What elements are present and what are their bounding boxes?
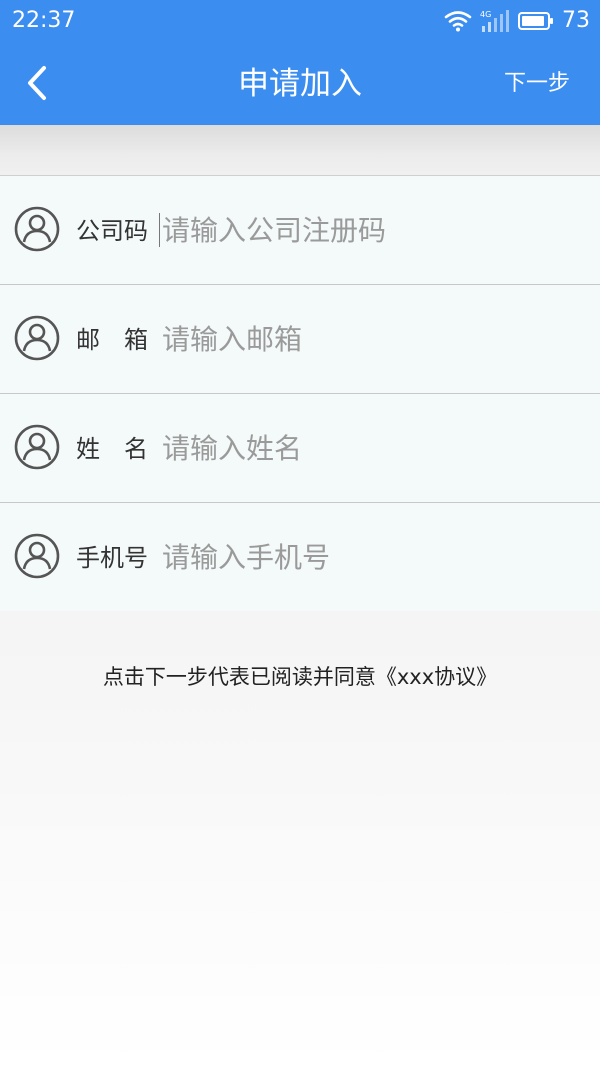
form-row-name[interactable]: 姓 名 bbox=[0, 394, 600, 503]
phone-input[interactable] bbox=[160, 537, 562, 577]
form-row-company-code[interactable]: 公司码 bbox=[0, 176, 600, 285]
nav-bar: 申请加入 下一步 bbox=[0, 44, 600, 125]
battery-icon bbox=[518, 11, 554, 31]
phone-label: 手机号 bbox=[76, 544, 148, 572]
next-step-button[interactable]: 下一步 bbox=[504, 68, 570, 100]
name-label: 姓 名 bbox=[76, 435, 148, 463]
name-input[interactable] bbox=[160, 428, 562, 468]
network-type: 4G bbox=[480, 10, 491, 19]
wifi-icon bbox=[444, 10, 472, 32]
email-label: 邮 箱 bbox=[76, 326, 148, 354]
battery-level: 73 bbox=[562, 8, 590, 33]
company-code-label: 公司码 bbox=[76, 217, 148, 245]
form-row-phone[interactable]: 手机号 bbox=[0, 503, 600, 611]
email-input[interactable] bbox=[160, 319, 562, 359]
user-icon bbox=[14, 424, 60, 470]
form-row-email[interactable]: 邮 箱 bbox=[0, 285, 600, 394]
status-time: 22:37 bbox=[12, 8, 76, 33]
status-icons: 4G 73 bbox=[444, 6, 590, 36]
user-icon bbox=[14, 206, 60, 252]
join-form: 公司码 邮 箱 姓 名 手机号 bbox=[0, 175, 600, 611]
agreement-text[interactable]: 点击下一步代表已阅读并同意《xxx协议》 bbox=[0, 663, 600, 691]
company-code-input[interactable] bbox=[160, 210, 562, 250]
section-spacer bbox=[0, 125, 600, 175]
user-icon bbox=[14, 315, 60, 361]
signal-icon: 4G bbox=[480, 9, 510, 33]
status-bar: 22:37 4G 73 bbox=[0, 0, 600, 44]
user-icon bbox=[14, 533, 60, 579]
